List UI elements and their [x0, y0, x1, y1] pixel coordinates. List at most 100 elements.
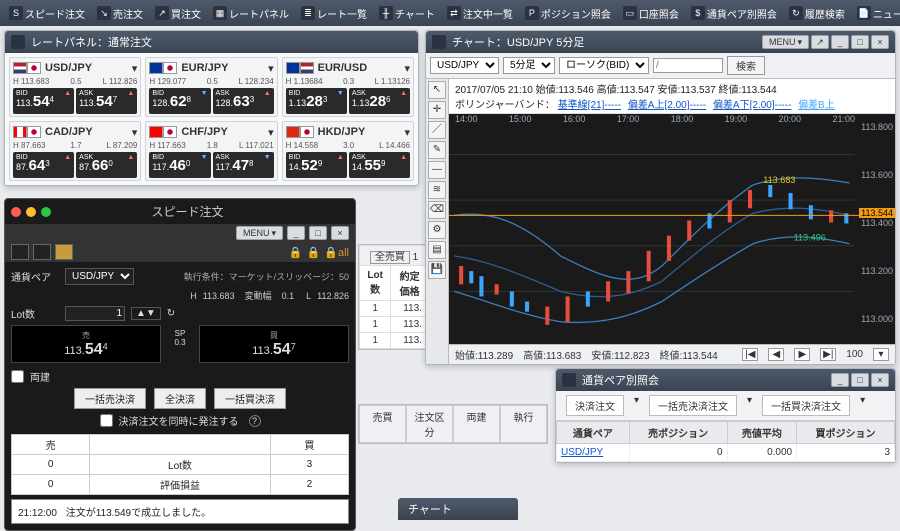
- tab-bulk-sell[interactable]: 一括売決済注文: [649, 395, 737, 416]
- toolbar-item-11[interactable]: 📄ニュース: [852, 1, 900, 25]
- win-min[interactable]: _: [831, 373, 849, 387]
- bb-link-1[interactable]: 偏差A上[2.00]-----: [628, 100, 706, 111]
- toolbar-item-4[interactable]: ≣レート一覧: [296, 1, 372, 25]
- settings-tool[interactable]: ⚙: [428, 221, 446, 239]
- ask-box[interactable]: ASK▲14.559: [349, 152, 410, 178]
- close-all-button[interactable]: 全決済: [154, 388, 206, 409]
- lot-input[interactable]: [65, 306, 125, 321]
- card-menu[interactable]: ▾: [404, 62, 410, 75]
- tab-settle[interactable]: 決済注文: [566, 395, 624, 416]
- chev-2[interactable]: ▾: [747, 395, 752, 416]
- bid-box[interactable]: BID▲113.544: [13, 88, 74, 114]
- tab-bulk-buy[interactable]: 一括買決済注文: [762, 395, 850, 416]
- tab-exec[interactable]: 執行: [500, 405, 547, 443]
- win-max[interactable]: □: [309, 226, 327, 240]
- nav-last[interactable]: ▶|: [820, 348, 836, 361]
- zoom-dropdown[interactable]: ▾: [873, 348, 889, 361]
- card-menu[interactable]: ▾: [268, 62, 274, 75]
- toolbar-item-3[interactable]: ▦レートパネル: [208, 1, 294, 25]
- col-pair[interactable]: 通貨ペア: [557, 422, 630, 444]
- col-buypos[interactable]: 買ポジション: [797, 422, 895, 444]
- chart-tf-select[interactable]: 5分足: [503, 57, 555, 74]
- lock-icon-2[interactable]: 🔒: [307, 246, 321, 259]
- toolbar-item-8[interactable]: ▭口座照会: [618, 1, 684, 25]
- mode-1[interactable]: [11, 244, 29, 260]
- win-min[interactable]: _: [287, 226, 305, 240]
- bb-link-3[interactable]: 偏差B上: [798, 100, 835, 111]
- speed-menu-button[interactable]: MENU ▾: [236, 226, 283, 240]
- col-sellpos[interactable]: 売ポジション: [629, 422, 727, 444]
- channel-tool[interactable]: ≋: [428, 181, 446, 199]
- rate-panel-header[interactable]: レートパネル：通常注文: [5, 31, 418, 53]
- rate-card-CADJPY[interactable]: CAD/JPY▾H 87.6631.7L 87.209BID▲87.643ASK…: [9, 121, 141, 181]
- layers-tool[interactable]: ▤: [428, 241, 446, 259]
- rate-card-HKDJPY[interactable]: HKD/JPY▾H 14.5583.0L 14.466BID▲14.529ASK…: [282, 121, 414, 181]
- col-sellavg[interactable]: 売値平均: [727, 422, 797, 444]
- tab-trade[interactable]: 売買: [359, 405, 406, 443]
- bb-link-0[interactable]: 基準線[21]-----: [558, 100, 621, 111]
- lot-refresh-icon[interactable]: ↻: [167, 308, 175, 319]
- mode-3[interactable]: [55, 244, 73, 260]
- chev-3[interactable]: ▾: [860, 395, 865, 416]
- ask-box[interactable]: ASK▲113.547: [76, 88, 137, 114]
- ask-box[interactable]: ASK▲87.660: [76, 152, 137, 178]
- bid-box[interactable]: BID▼128.628: [149, 88, 210, 114]
- simul-checkbox[interactable]: [100, 414, 113, 427]
- card-menu[interactable]: ▾: [268, 126, 274, 139]
- rate-card-EURUSD[interactable]: EUR/USD▾H 1.136840.3L 1.13126BID▼1.13283…: [282, 57, 414, 117]
- buy-tile[interactable]: 買 113.547: [199, 325, 349, 363]
- chart-plot[interactable]: 14:0015:0016:0017:0018:0019:0020:0021:00…: [449, 114, 895, 344]
- close-sell-button[interactable]: 一括売決済: [74, 388, 146, 409]
- speed-titlebar[interactable]: スピード注文: [5, 199, 355, 224]
- pair-inq-header[interactable]: 通貨ペア別照会 _ □ ×: [556, 369, 895, 391]
- win-close[interactable]: ×: [871, 373, 889, 387]
- lock-icon[interactable]: 🔒: [289, 246, 303, 259]
- win-pop[interactable]: ↗: [811, 35, 829, 49]
- bid-box[interactable]: BID▼1.13283: [286, 88, 347, 114]
- pair-select[interactable]: USD/JPY: [65, 268, 134, 285]
- nav-next[interactable]: ▶: [794, 348, 810, 361]
- horiz-tool[interactable]: —: [428, 161, 446, 179]
- close-dot[interactable]: [11, 207, 21, 217]
- sell-tile[interactable]: 売 113.544: [11, 325, 161, 363]
- eraser-tool[interactable]: ⌫: [428, 201, 446, 219]
- win-min[interactable]: _: [831, 35, 849, 49]
- all-trade-button[interactable]: 全売買: [370, 251, 410, 264]
- chart-tab[interactable]: チャート: [398, 498, 518, 520]
- bid-box[interactable]: BID▲87.643: [13, 152, 74, 178]
- bid-box[interactable]: BID▲14.529: [286, 152, 347, 178]
- tab-ordertype[interactable]: 注文区分: [406, 405, 453, 443]
- card-menu[interactable]: ▾: [132, 62, 138, 75]
- toolbar-item-5[interactable]: ╫チャート: [374, 1, 440, 25]
- chart-date-input[interactable]: [653, 58, 723, 73]
- nav-first[interactable]: |◀: [742, 348, 758, 361]
- min-dot[interactable]: [26, 207, 36, 217]
- close-buy-button[interactable]: 一括買決済: [214, 388, 286, 409]
- chart-type-select[interactable]: ローソク(BID): [559, 57, 649, 74]
- win-max[interactable]: □: [851, 373, 869, 387]
- ask-box[interactable]: ASK▲128.633: [213, 88, 274, 114]
- ask-box[interactable]: ASK▼117.478: [213, 152, 274, 178]
- pencil-tool[interactable]: ✎: [428, 141, 446, 159]
- win-max[interactable]: □: [851, 35, 869, 49]
- chart-search-button[interactable]: 検索: [727, 56, 765, 75]
- pair-link[interactable]: USD/JPY: [557, 444, 630, 462]
- nav-prev[interactable]: ◀: [768, 348, 784, 361]
- toolbar-item-10[interactable]: ↻履歴検索: [784, 1, 850, 25]
- lot-stepper[interactable]: ▲▼: [131, 307, 161, 320]
- rate-card-CHFJPY[interactable]: CHF/JPY▾H 117.6631.8L 117.021BID▼117.460…: [145, 121, 277, 181]
- bb-link-2[interactable]: 偏差A下[2.00]-----: [713, 100, 791, 111]
- save-tool[interactable]: 💾: [428, 261, 446, 279]
- chart-menu-button[interactable]: MENU ▾: [762, 35, 809, 49]
- rate-card-EURJPY[interactable]: EUR/JPY▾H 129.0770.5L 128.234BID▼128.628…: [145, 57, 277, 117]
- cursor-tool[interactable]: ↖: [428, 81, 446, 99]
- rate-card-USDJPY[interactable]: USD/JPY▾H 113.6830.5L 112.826BID▲113.544…: [9, 57, 141, 117]
- chart-pair-select[interactable]: USD/JPY: [430, 57, 499, 74]
- mode-2[interactable]: [33, 244, 51, 260]
- toolbar-item-2[interactable]: ↗買注文: [150, 1, 206, 25]
- toolbar-item-7[interactable]: Pポジション照会: [520, 1, 616, 25]
- crosshair-tool[interactable]: ✛: [428, 101, 446, 119]
- tab-both[interactable]: 両建: [453, 405, 500, 443]
- both-checkbox[interactable]: [11, 370, 24, 383]
- ask-box[interactable]: ASK▲1.13286: [349, 88, 410, 114]
